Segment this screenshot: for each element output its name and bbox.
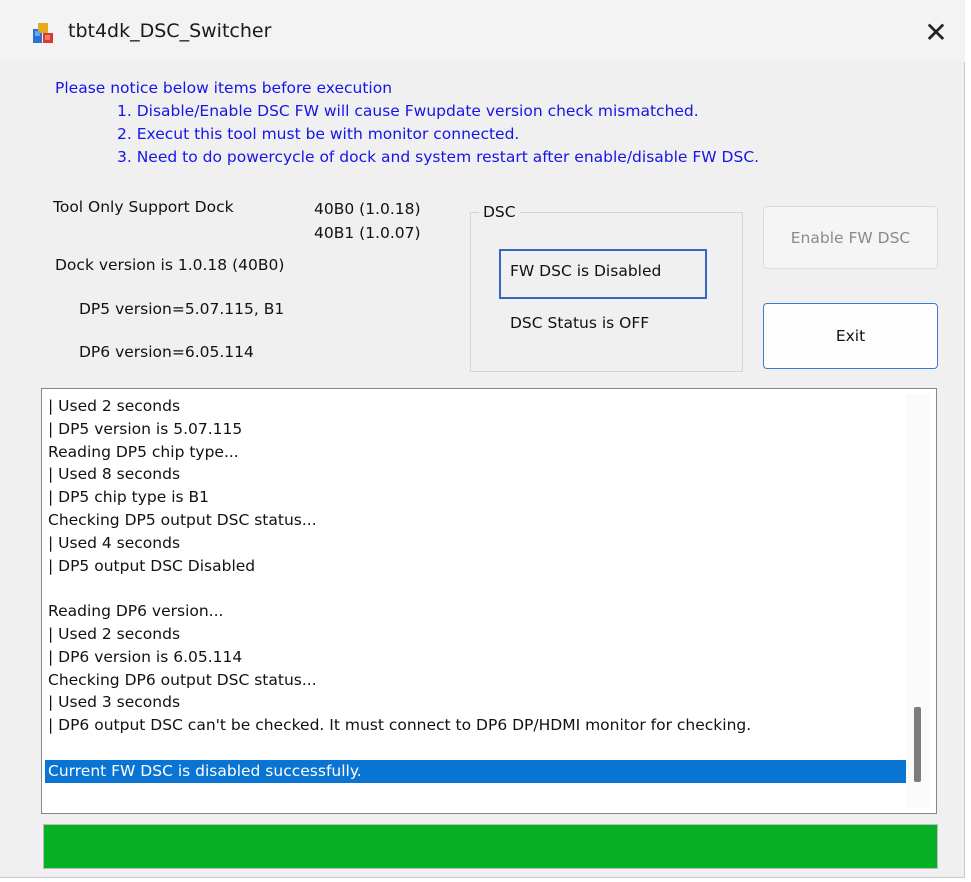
window-title: tbt4dk_DSC_Switcher	[68, 20, 272, 42]
log-line[interactable]: | Used 8 seconds	[48, 463, 904, 486]
close-button[interactable]: ✕	[915, 13, 957, 53]
support-version-1: 40B0 (1.0.18)	[314, 200, 421, 218]
log-lines: | Used 2 seconds | DP5 version is 5.07.11…	[45, 395, 910, 783]
notice-item-2: 2. Execut this tool must be with monitor…	[117, 125, 520, 143]
app-icon	[33, 23, 53, 43]
log-line[interactable]	[48, 577, 904, 600]
enable-fw-dsc-button[interactable]: Enable FW DSC	[763, 206, 938, 269]
log-line[interactable]: | Used 4 seconds	[48, 532, 904, 555]
close-icon: ✕	[924, 16, 948, 49]
support-dock-label: Tool Only Support Dock	[53, 198, 234, 216]
log-scrollbar-thumb[interactable]	[914, 707, 921, 782]
log-listbox[interactable]: | Used 2 seconds | DP5 version is 5.07.11…	[41, 388, 937, 814]
dp5-version-label: DP5 version=5.07.115, B1	[79, 300, 285, 318]
notice-item-3: 3. Need to do powercycle of dock and sys…	[117, 148, 760, 166]
log-line[interactable]: | DP6 output DSC can't be checked. It mu…	[48, 714, 904, 737]
support-version-2: 40B1 (1.0.07)	[314, 224, 421, 242]
dsc-status: DSC Status is OFF	[510, 314, 650, 332]
log-line[interactable]: | DP5 output DSC Disabled	[48, 555, 904, 578]
dock-version-label: Dock version is 1.0.18 (40B0)	[55, 256, 285, 274]
exit-label: Exit	[835, 327, 866, 345]
progress-fill	[44, 825, 937, 868]
fw-dsc-status: FW DSC is Disabled	[510, 262, 662, 280]
dp6-version-label: DP6 version=6.05.114	[79, 343, 254, 361]
progress-bar	[43, 824, 938, 869]
log-line[interactable]: Current FW DSC is disabled successfully.	[45, 759, 910, 783]
exit-button[interactable]: Exit	[763, 303, 938, 369]
title-bar: tbt4dk_DSC_Switcher ✕	[0, 0, 965, 62]
log-line[interactable]: Checking DP5 output DSC status...	[48, 509, 904, 532]
log-line[interactable]: | Used 2 seconds	[48, 395, 904, 418]
notice-heading: Please notice below items before executi…	[55, 79, 393, 97]
notice-item-1: 1. Disable/Enable DSC FW will cause Fwup…	[117, 102, 699, 120]
log-line[interactable]: Reading DP6 version...	[48, 600, 904, 623]
log-line[interactable]: | DP6 version is 6.05.114	[48, 646, 904, 669]
log-line[interactable]: | Used 2 seconds	[48, 623, 904, 646]
log-line[interactable]: | Used 3 seconds	[48, 691, 904, 714]
log-line[interactable]: | DP5 version is 5.07.115	[48, 418, 904, 441]
app-window: tbt4dk_DSC_Switcher ✕ Please notice belo…	[0, 0, 965, 878]
log-line[interactable]	[48, 737, 904, 760]
dsc-group-title: DSC	[479, 203, 520, 221]
log-line[interactable]: Reading DP5 chip type...	[48, 441, 904, 464]
log-line[interactable]: Checking DP6 output DSC status...	[48, 669, 904, 692]
enable-fw-dsc-label: Enable FW DSC	[790, 228, 911, 247]
log-line[interactable]: | DP5 chip type is B1	[48, 486, 904, 509]
